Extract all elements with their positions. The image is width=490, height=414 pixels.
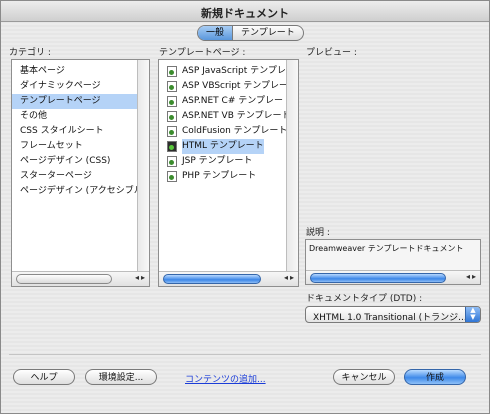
- template-item-label: ColdFusion テンプレート: [182, 126, 288, 136]
- template-item[interactable]: ColdFusion テンプレート: [159, 124, 298, 139]
- category-item[interactable]: ページデザイン (アクセシブル): [12, 184, 149, 199]
- create-button[interactable]: 作成: [404, 369, 466, 385]
- template-item-label: ASP JavaScript テンプレ-: [182, 66, 290, 76]
- template-item[interactable]: ASP.NET VB テンプレート: [159, 109, 298, 124]
- template-pages-list[interactable]: ASP JavaScript テンプレ- ASP VBScript テンプレー AS…: [158, 59, 299, 287]
- template-pages-label: テンプレートページ :: [159, 48, 246, 58]
- doctype-label: ドキュメントタイプ (DTD) :: [306, 294, 423, 304]
- tab-templates[interactable]: テンプレート: [233, 26, 303, 40]
- category-item[interactable]: スターターページ: [12, 169, 149, 184]
- template-item[interactable]: PHP テンプレート: [159, 169, 298, 184]
- description-box: Dreamweaver テンプレートドキュメント ◂▸: [305, 239, 481, 285]
- document-icon: [167, 111, 177, 122]
- template-horizontal-scrollbar[interactable]: ◂▸: [159, 271, 298, 286]
- description-scroll-thumb[interactable]: [310, 273, 446, 283]
- doctype-select[interactable]: XHTML 1.0 Transitional (トランジ... ▲ ▼: [305, 306, 481, 323]
- category-item[interactable]: その他: [12, 109, 149, 124]
- document-icon: [167, 96, 177, 107]
- cancel-button[interactable]: キャンセル: [333, 369, 395, 385]
- html-document-icon: [167, 141, 177, 152]
- document-icon: [167, 66, 177, 77]
- template-item-label: PHP テンプレート: [182, 171, 257, 181]
- category-item[interactable]: 基本ページ: [12, 64, 149, 79]
- category-item[interactable]: CSS スタイルシート: [12, 124, 149, 139]
- template-item[interactable]: ASP.NET C# テンプレート: [159, 94, 298, 109]
- category-list[interactable]: 基本ページ ダイナミックページ テンプレートページ その他 CSS スタイルシート フレー…: [11, 59, 150, 287]
- template-item[interactable]: JSP テンプレート: [159, 154, 298, 169]
- select-arrows-icon: ▲ ▼: [465, 307, 480, 322]
- help-button[interactable]: ヘルプ: [13, 369, 75, 385]
- category-item[interactable]: フレームセット: [12, 139, 149, 154]
- template-item-label: ASP.NET VB テンプレート: [182, 111, 291, 121]
- doctype-value: XHTML 1.0 Transitional (トランジ...: [313, 313, 467, 323]
- preview-label: プレビュー :: [306, 48, 357, 58]
- title-bar[interactable]: 新規ドキュメント: [1, 1, 489, 22]
- category-vertical-scrollbar[interactable]: [137, 60, 149, 286]
- description-text: Dreamweaver テンプレートドキュメント: [309, 244, 464, 253]
- category-item[interactable]: テンプレートページ: [12, 94, 149, 109]
- scroll-arrows-icon[interactable]: ◂▸: [466, 272, 478, 281]
- footer-divider: [9, 354, 481, 355]
- document-icon: [167, 171, 177, 182]
- scroll-arrows-icon[interactable]: ◂▸: [135, 273, 147, 282]
- template-item[interactable]: ASP VBScript テンプレー: [159, 79, 298, 94]
- category-list-items: 基本ページ ダイナミックページ テンプレートページ その他 CSS スタイルシート フレー…: [12, 60, 149, 286]
- get-more-content-link[interactable]: コンテンツの追加...: [185, 372, 266, 385]
- description-horizontal-scrollbar[interactable]: ◂▸: [306, 270, 480, 284]
- template-item-label: JSP テンプレート: [182, 156, 253, 166]
- category-scroll-thumb[interactable]: [16, 274, 112, 284]
- scroll-arrows-icon[interactable]: ◂▸: [284, 273, 296, 282]
- template-pages-list-items: ASP JavaScript テンプレ- ASP VBScript テンプレー AS…: [159, 60, 298, 286]
- new-document-dialog: 新規ドキュメント 一般 テンプレート カテゴリ : 基本ページ ダイナミックページ…: [0, 0, 490, 414]
- category-label: カテゴリ :: [9, 48, 51, 58]
- template-item[interactable]: HTML テンプレート: [159, 139, 298, 154]
- category-item[interactable]: ページデザイン (CSS): [12, 154, 149, 169]
- template-item-label: HTML テンプレート: [182, 139, 264, 154]
- tab-bar: 一般 テンプレート: [197, 25, 304, 41]
- template-vertical-scrollbar[interactable]: [286, 60, 298, 286]
- description-label: 説明 :: [306, 228, 330, 238]
- window-title: 新規ドキュメント: [201, 7, 289, 20]
- tab-general[interactable]: 一般: [198, 26, 234, 40]
- template-item-label: ASP.NET C# テンプレート: [182, 96, 292, 106]
- category-item[interactable]: ダイナミックページ: [12, 79, 149, 94]
- preferences-button[interactable]: 環境設定...: [85, 369, 157, 385]
- document-icon: [167, 81, 177, 92]
- template-item-label: ASP VBScript テンプレー: [182, 81, 289, 91]
- category-horizontal-scrollbar[interactable]: ◂▸: [12, 271, 149, 286]
- template-scroll-thumb[interactable]: [163, 274, 261, 284]
- document-icon: [167, 126, 177, 137]
- preview-area: [305, 61, 481, 219]
- document-icon: [167, 156, 177, 167]
- template-item[interactable]: ASP JavaScript テンプレ-: [159, 64, 298, 79]
